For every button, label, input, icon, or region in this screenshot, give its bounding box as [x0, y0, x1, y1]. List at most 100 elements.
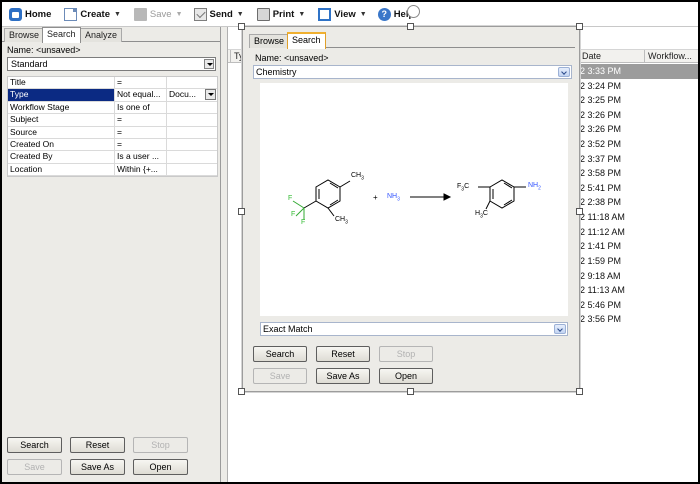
resize-handle[interactable] [407, 23, 414, 30]
criteria-operator[interactable]: Is one of [115, 101, 167, 114]
subscript: 3 [361, 175, 364, 182]
list-item[interactable]: 2 1:59 PM [580, 254, 698, 269]
home-button[interactable]: Home [6, 4, 54, 24]
criteria-value[interactable] [167, 151, 217, 162]
save-label: Save [149, 8, 172, 20]
resize-handle[interactable] [576, 208, 583, 215]
criteria-operator[interactable]: = [115, 126, 167, 138]
floppy-disk-icon [133, 7, 147, 21]
criteria-operator[interactable]: Is a user ... [115, 151, 167, 163]
criteria-row[interactable]: Title = [8, 77, 217, 90]
stop-button[interactable]: Stop [379, 346, 433, 362]
create-button[interactable]: Create ▼ [61, 4, 124, 24]
match-type-select[interactable]: Exact Match [260, 322, 568, 336]
methyl-label: H3C [475, 210, 488, 219]
resize-handle[interactable] [576, 388, 583, 395]
tab-search[interactable]: Search [287, 32, 326, 49]
search-button[interactable]: Search [253, 346, 307, 362]
chevron-down-icon[interactable] [554, 324, 566, 334]
list-item[interactable]: 2 3:33 PM [580, 64, 698, 79]
reset-button[interactable]: Reset [70, 437, 125, 453]
list-item[interactable]: 2 3:26 PM [580, 122, 698, 137]
column-workflow[interactable]: Workflow... [644, 50, 698, 63]
criteria-value[interactable] [167, 127, 217, 138]
chevron-down-icon[interactable] [204, 59, 214, 69]
open-button[interactable]: Open [133, 459, 188, 475]
resize-handle[interactable] [407, 388, 414, 395]
list-item[interactable]: 2 1:41 PM [580, 239, 698, 254]
fluorine-label: F [291, 211, 296, 218]
criteria-value[interactable] [167, 164, 217, 175]
reset-button[interactable]: Reset [316, 346, 370, 362]
list-item[interactable]: 2 11:13 AM [580, 283, 698, 298]
resize-handle[interactable] [238, 388, 245, 395]
search-form-value: Standard [11, 59, 48, 69]
resize-handle[interactable] [576, 23, 583, 30]
criteria-value[interactable] [167, 114, 217, 125]
column-date[interactable]: Date [578, 50, 644, 63]
criteria-row[interactable]: Created On = [8, 138, 217, 152]
list-item[interactable]: 2 3:37 PM [580, 152, 698, 167]
criteria-operator[interactable]: = [115, 114, 167, 126]
chemistry-form-select[interactable]: Chemistry [253, 65, 572, 79]
criteria-row[interactable]: Subject = [8, 114, 217, 127]
view-icon [318, 7, 332, 21]
save-button[interactable]: Save ▼ [131, 4, 186, 24]
print-button[interactable]: Print ▼ [254, 4, 309, 24]
criteria-field: Subject [8, 114, 115, 126]
search-button[interactable]: Search [7, 437, 62, 453]
criteria-operator[interactable]: Not equal... [115, 89, 167, 101]
chemistry-form-value: Chemistry [256, 67, 297, 77]
list-item[interactable]: 2 2:38 PM [580, 195, 698, 210]
criteria-operator[interactable]: Within {+... [115, 163, 167, 176]
save-search-button[interactable]: Save [253, 368, 307, 384]
tab-browse[interactable]: Browse [249, 34, 290, 48]
list-item[interactable]: 2 3:24 PM [580, 79, 698, 94]
resize-handle[interactable] [238, 208, 245, 215]
chevron-down-icon[interactable] [558, 67, 570, 77]
pane-splitter[interactable] [221, 27, 228, 482]
criteria-value[interactable] [167, 77, 217, 88]
criteria-field: Source [8, 126, 115, 138]
list-item[interactable]: 2 3:52 PM [580, 137, 698, 152]
list-item[interactable]: 2 3:26 PM [580, 108, 698, 123]
view-button[interactable]: View ▼ [315, 4, 369, 24]
list-item[interactable]: 2 5:46 PM [580, 298, 698, 313]
save-search-button[interactable]: Save [7, 459, 62, 475]
list-item[interactable]: 2 11:12 AM [580, 225, 698, 240]
list-item[interactable]: 2 3:56 PM [580, 312, 698, 327]
stop-button[interactable]: Stop [133, 437, 188, 453]
structure-canvas[interactable]: CH3 F F F CH3 + NH3 F3C H3C NH2 [260, 83, 568, 316]
list-item[interactable]: 2 11:18 AM [580, 210, 698, 225]
list-item[interactable]: 2 5:41 PM [580, 181, 698, 196]
tab-analyze[interactable]: Analyze [80, 28, 123, 42]
criteria-row[interactable]: Type Not equal... Docu... [8, 89, 217, 102]
list-item[interactable]: 2 3:58 PM [580, 166, 698, 181]
chevron-down-icon[interactable] [205, 89, 216, 101]
open-button[interactable]: Open [379, 368, 433, 384]
criteria-row[interactable]: Source = [8, 126, 217, 139]
list-item[interactable]: 2 9:18 AM [580, 269, 698, 284]
list-item[interactable]: 2 3:25 PM [580, 93, 698, 108]
tab-search[interactable]: Search [42, 27, 81, 43]
search-form-select[interactable]: Standard [7, 57, 216, 71]
tab-browse[interactable]: Browse [4, 28, 45, 42]
rotate-handle-icon[interactable] [407, 5, 420, 18]
help-icon: ? [377, 7, 391, 21]
criteria-value[interactable] [167, 139, 217, 150]
criteria-row[interactable]: Location Within {+... [8, 163, 217, 177]
chevron-down-icon: ▼ [236, 10, 244, 18]
save-as-button[interactable]: Save As [70, 459, 125, 475]
criteria-row[interactable]: Created By Is a user ... [8, 151, 217, 164]
resize-handle[interactable] [238, 23, 245, 30]
benzene-ring [489, 179, 515, 209]
left-search-panel: Browse Search Analyze Name: <unsaved> St… [2, 27, 221, 482]
criteria-operator[interactable]: = [115, 138, 167, 151]
methyl-c: C [482, 210, 488, 217]
criteria-operator[interactable]: = [115, 77, 167, 89]
criteria-value[interactable] [167, 102, 217, 113]
send-button[interactable]: Send ▼ [191, 4, 247, 24]
save-as-button[interactable]: Save As [316, 368, 370, 384]
criteria-field: Title [8, 77, 115, 89]
criteria-row[interactable]: Workflow Stage Is one of [8, 101, 217, 115]
